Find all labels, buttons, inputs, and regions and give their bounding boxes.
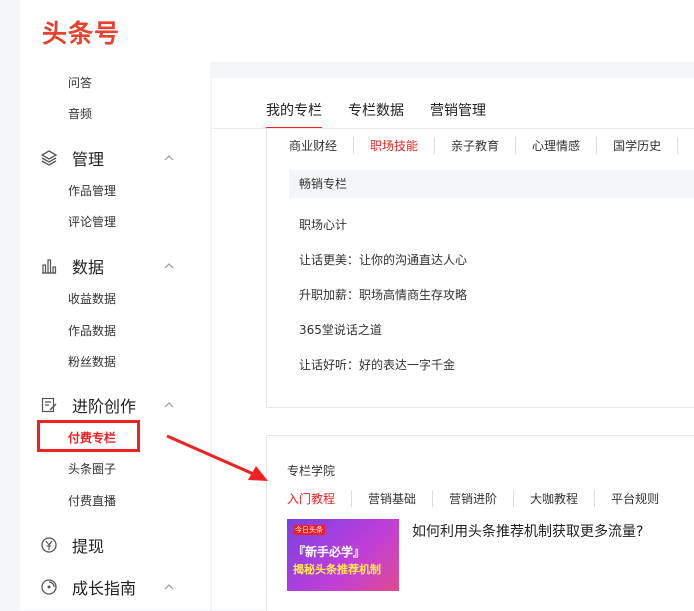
academy-tab-rules[interactable]: 平台规则	[611, 490, 675, 507]
sidebar-item-works-data[interactable]: 作品数据	[68, 322, 116, 339]
sidebar-item-wenda[interactable]: 问答	[68, 74, 92, 91]
chevron-up-icon[interactable]	[163, 581, 175, 593]
chevron-up-icon[interactable]	[163, 399, 175, 411]
yen-circle-icon	[38, 534, 60, 556]
main-tabs: 我的专栏 专栏数据 营销管理	[266, 100, 512, 129]
academy-tab-marketing-advanced[interactable]: 营销进阶	[449, 490, 515, 507]
thumbnail-line-2: 揭秘头条推荐机制	[293, 563, 381, 576]
edit-icon	[38, 394, 60, 416]
sidebar-group-data[interactable]: 数据	[38, 254, 104, 278]
category-business[interactable]: 商业财经	[289, 137, 355, 154]
academy-tab-marketing-basics[interactable]: 营销基础	[368, 490, 434, 507]
academy-tab-expert[interactable]: 大咖教程	[530, 490, 596, 507]
sidebar-item-audio[interactable]: 音频	[68, 105, 92, 122]
sidebar-group-label: 提现	[72, 537, 105, 556]
bar-chart-icon	[38, 255, 60, 277]
list-item[interactable]: 职场心计	[299, 216, 347, 233]
academy-card: 专栏学院 入门教程 营销基础 营销进阶 大咖教程 平台规则 今日头条 『新手必学…	[266, 435, 694, 611]
thumbnail-line-1: 『新手必学』	[293, 545, 366, 559]
sidebar-group-manage[interactable]: 管理	[38, 146, 104, 170]
list-item[interactable]: 让话好听：好的表达一字千金	[299, 356, 455, 373]
chevron-up-icon[interactable]	[163, 260, 175, 272]
sidebar-item-live[interactable]: 付费直播	[68, 492, 116, 509]
main-content: 我的专栏 专栏数据 营销管理 商业财经 职场技能 亲子教育 心理情感 国学历史 …	[212, 78, 694, 611]
category-psychology[interactable]: 心理情感	[532, 137, 598, 154]
bestseller-header: 畅销专栏	[289, 170, 694, 198]
column-card: 商业财经 职场技能 亲子教育 心理情感 国学历史 畅销专栏 职场心计 让话更美：…	[266, 129, 694, 408]
academy-tabs: 入门教程 营销基础 营销进阶 大咖教程 平台规则	[287, 490, 691, 507]
top-bar: 头条号	[20, 0, 694, 62]
category-parenting[interactable]: 亲子教育	[451, 137, 517, 154]
sidebar-item-revenue-data[interactable]: 收益数据	[68, 290, 116, 307]
academy-tab-intro[interactable]: 入门教程	[287, 490, 353, 507]
sidebar-group-growth[interactable]: 成长指南	[38, 575, 136, 599]
category-tabs: 商业财经 职场技能 亲子教育 心理情感 国学历史	[289, 137, 694, 154]
list-item[interactable]: 让话更美：让你的沟通直达人心	[299, 251, 467, 268]
sidebar-group-label: 进阶创作	[72, 397, 137, 416]
thumbnail-brand: 今日头条	[293, 525, 325, 535]
list-item[interactable]: 365堂说话之道	[299, 321, 382, 338]
sidebar-group-label: 成长指南	[72, 579, 137, 598]
article-thumbnail[interactable]: 今日头条 『新手必学』 揭秘头条推荐机制	[287, 519, 399, 591]
sidebar-group-advanced-creation[interactable]: 进阶创作	[38, 393, 136, 417]
layers-icon	[38, 147, 60, 169]
sidebar: 问答 音频 管理 作品管理 评论管理 数据 收益数据 作品数据 粉丝数据 进阶创…	[20, 62, 210, 610]
compass-icon	[38, 576, 60, 598]
chevron-up-icon[interactable]	[163, 152, 175, 164]
list-item[interactable]: 升职加薪：职场高情商生存攻略	[299, 286, 467, 303]
logo[interactable]: 头条号	[42, 14, 120, 50]
sidebar-group-label: 管理	[72, 150, 105, 169]
article-title[interactable]: 如何利用头条推荐机制获取更多流量?	[412, 521, 643, 541]
tab-my-column[interactable]: 我的专栏	[266, 100, 322, 129]
sidebar-group-withdraw[interactable]: 提现	[38, 533, 104, 557]
tab-column-data[interactable]: 专栏数据	[348, 100, 404, 120]
academy-title: 专栏学院	[287, 464, 336, 478]
sidebar-item-fans-data[interactable]: 粉丝数据	[68, 353, 116, 370]
tab-marketing[interactable]: 营销管理	[430, 100, 486, 120]
sidebar-group-label: 数据	[72, 258, 105, 277]
sidebar-item-comments[interactable]: 评论管理	[68, 213, 116, 230]
category-career[interactable]: 职场技能	[370, 137, 436, 154]
sidebar-item-circle[interactable]: 头条圈子	[68, 460, 116, 477]
sidebar-item-works[interactable]: 作品管理	[68, 182, 116, 199]
sidebar-item-paid-column[interactable]: 付费专栏	[68, 429, 116, 446]
category-history[interactable]: 国学历史	[613, 137, 679, 154]
